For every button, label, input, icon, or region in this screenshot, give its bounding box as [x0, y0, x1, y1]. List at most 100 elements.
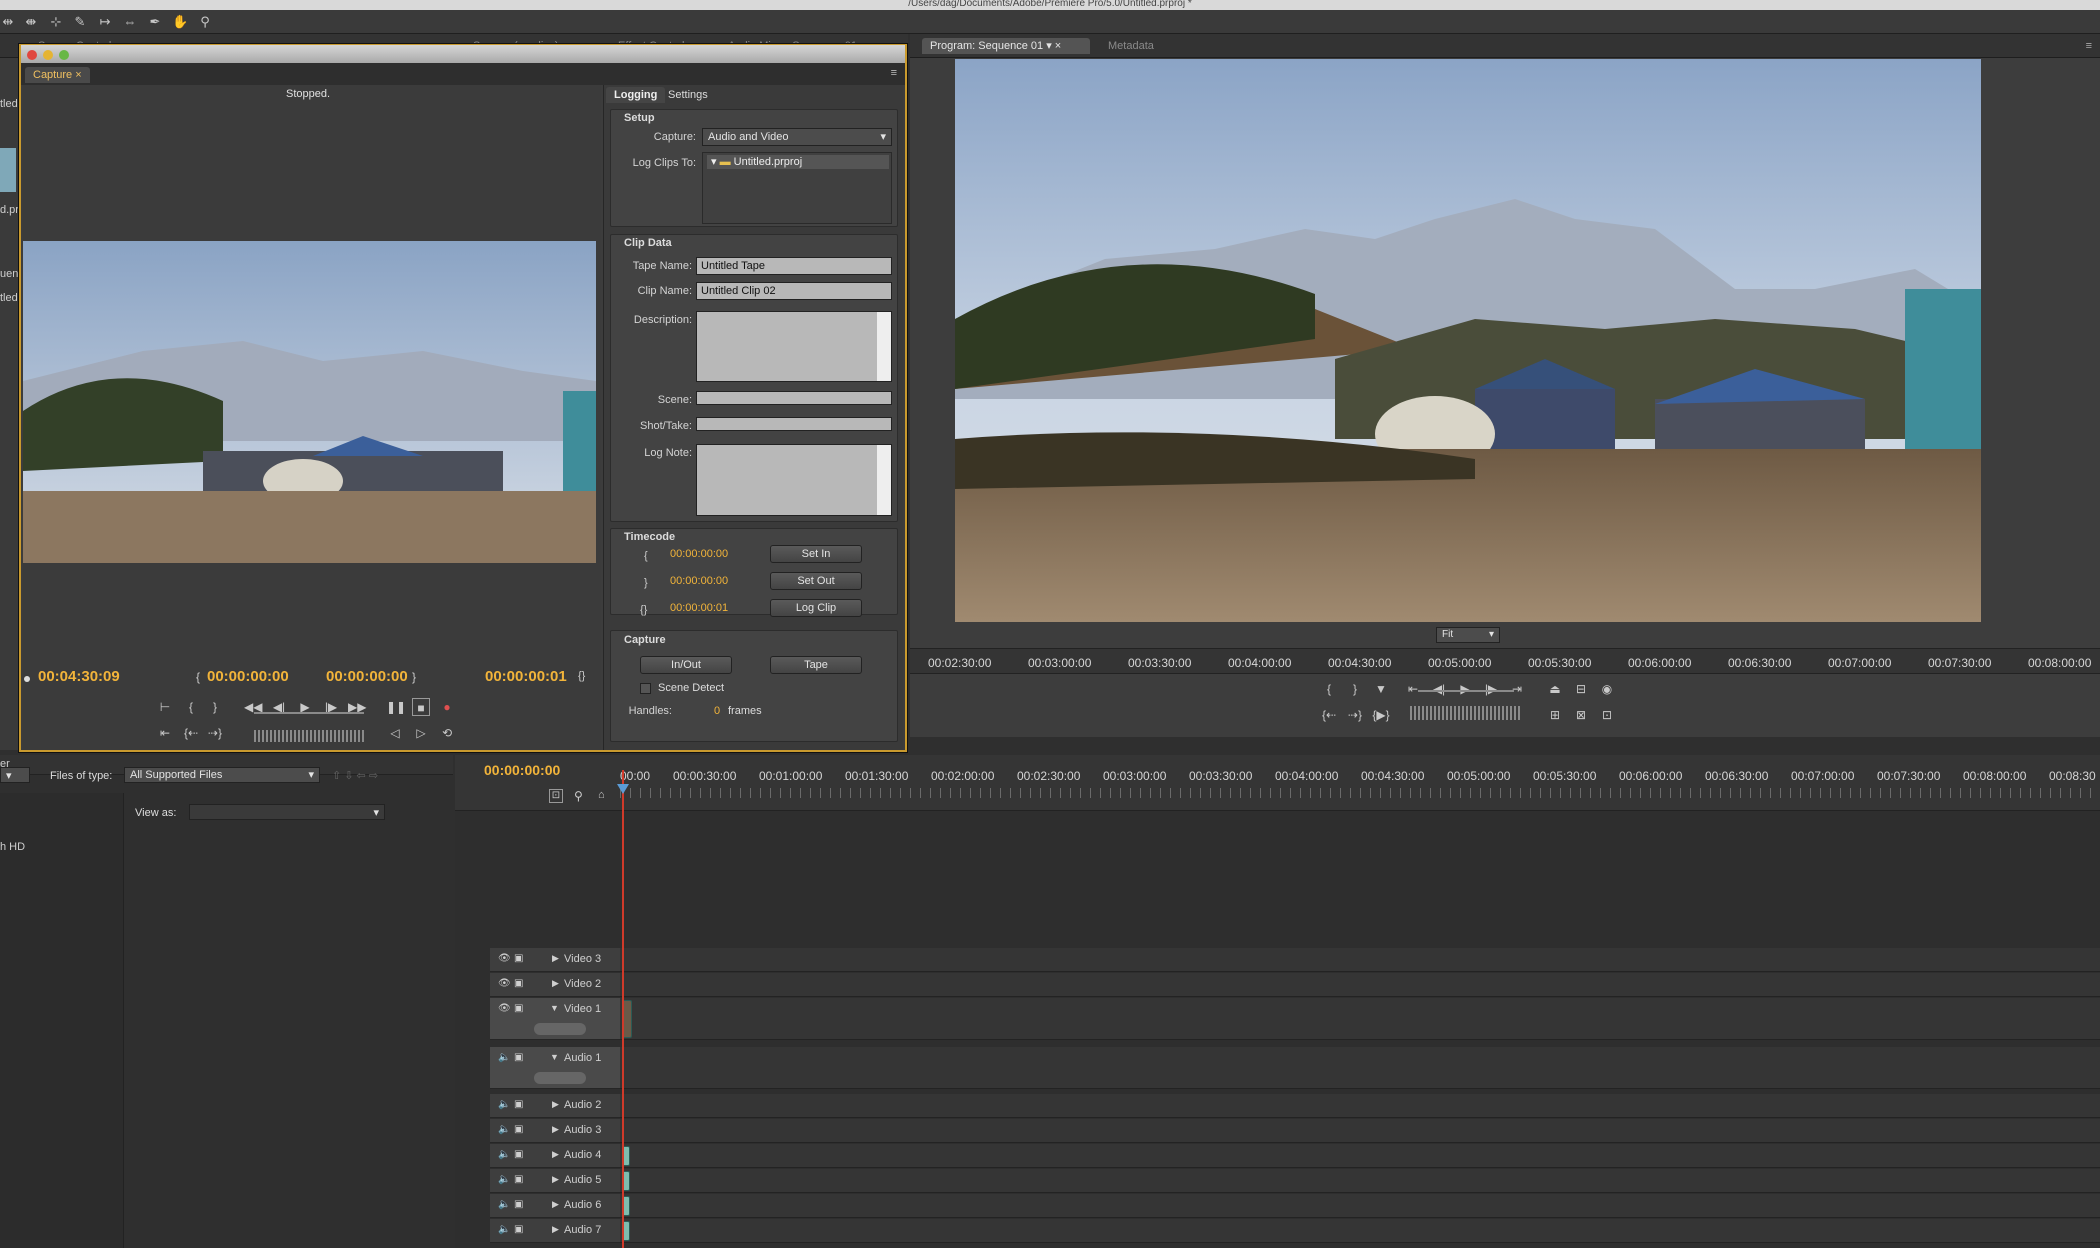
keyframe-navigator[interactable] — [534, 1072, 586, 1084]
chevron-down-icon[interactable]: ▾ — [1046, 40, 1052, 52]
location-dropdown[interactable]: ▾ — [0, 767, 30, 783]
jog-control[interactable] — [1410, 706, 1520, 720]
go-to-start-icon[interactable]: ⇤ — [156, 724, 174, 742]
lock-icon[interactable]: ▣ — [514, 1003, 523, 1014]
mark-out-icon[interactable]: } — [206, 698, 224, 716]
in-timecode[interactable]: 00:00:00:00 — [207, 668, 289, 685]
slide-icon[interactable]: ⇔ — [122, 14, 138, 30]
lift-icon[interactable]: ⏏ — [1546, 680, 1564, 698]
track-audio-6[interactable] — [620, 1194, 2100, 1218]
play-icon[interactable]: ▶ — [1456, 680, 1474, 698]
track-header-audio-2[interactable]: 🔈 ▣ ▶ Audio 2 — [490, 1094, 620, 1118]
in-out-button[interactable]: In/Out — [640, 656, 732, 674]
selection-icon[interactable]: ⇹ — [0, 14, 16, 30]
panel-menu-icon[interactable]: ≡ — [891, 67, 897, 79]
program-video-frame[interactable] — [955, 59, 1981, 622]
track-video-3[interactable] — [620, 948, 2100, 972]
safe-margins-icon[interactable]: ⊡ — [1598, 706, 1616, 724]
track-header-audio-1[interactable]: 🔈 ▣ ▼ Audio 1 — [490, 1047, 620, 1089]
lock-icon[interactable]: ▣ — [514, 978, 523, 989]
track-audio-1[interactable] — [620, 1047, 2100, 1089]
zoom-icon[interactable]: ⚲ — [197, 14, 213, 30]
project-tree-item[interactable]: ▾ ▬ Untitled.prproj — [707, 155, 889, 169]
expand-triangle-icon[interactable]: ▶ — [552, 978, 559, 989]
set-out-button[interactable]: Set Out — [770, 572, 862, 590]
track-header-audio-5[interactable]: 🔈 ▣ ▶ Audio 5 — [490, 1169, 620, 1193]
export-frame-icon[interactable]: ◉ — [1598, 680, 1616, 698]
go-to-next-edit-icon[interactable]: ⇢} — [1346, 706, 1364, 724]
marker-icon[interactable]: ⚲ — [574, 789, 583, 803]
keyframe-navigator[interactable] — [534, 1023, 586, 1035]
speaker-icon[interactable]: 🔈 — [498, 1124, 510, 1135]
clip-name-field[interactable]: Untitled Clip 02 — [696, 282, 892, 300]
track-header-video-3[interactable]: 👁 ▣ ▶ Video 3 — [490, 948, 620, 972]
zoom-fit-dropdown[interactable]: Fit ▾ — [1436, 627, 1500, 643]
tab-settings[interactable]: Settings — [660, 87, 716, 103]
speaker-icon[interactable]: 🔈 — [498, 1224, 510, 1235]
speaker-icon[interactable]: 🔈 — [498, 1199, 510, 1210]
track-audio-3[interactable] — [620, 1119, 2100, 1143]
navigation-arrows[interactable]: ⇧ ⇩ ⇦ ⇨ — [332, 769, 378, 782]
track-header-video-1[interactable]: 👁 ▣ ▼ Video 1 — [490, 998, 620, 1040]
shuttle-slider[interactable] — [1418, 690, 1514, 692]
shuttle-slider[interactable] — [254, 712, 364, 714]
files-of-type-dropdown[interactable]: All Supported Files ▾ — [124, 767, 320, 783]
razor-icon[interactable]: ✎ — [72, 14, 88, 30]
expand-triangle-icon[interactable]: ▶ — [552, 1174, 559, 1185]
speaker-icon[interactable]: 🔈 — [498, 1052, 510, 1063]
close-window-icon[interactable] — [27, 50, 37, 60]
expand-triangle-icon[interactable]: ▶ — [552, 1199, 559, 1210]
eye-icon[interactable]: 👁 — [498, 978, 511, 989]
out-timecode[interactable]: 00:00:00:00 — [326, 668, 408, 685]
speaker-icon[interactable]: 🔈 — [498, 1149, 510, 1160]
lock-icon[interactable]: ▣ — [514, 1224, 523, 1235]
disclosure-triangle-icon[interactable]: ▾ — [711, 156, 717, 168]
current-timecode[interactable]: 00:04:30:09 — [38, 668, 120, 685]
track-select-icon[interactable]: ⇼ — [23, 14, 39, 30]
extract-icon[interactable]: ⊟ — [1572, 680, 1590, 698]
mark-out-icon[interactable]: } — [1346, 680, 1364, 698]
timecode-out-value[interactable]: 00:00:00:00 — [670, 575, 728, 587]
scene-field[interactable] — [696, 391, 892, 405]
set-encore-marker-icon[interactable]: ⌂ — [598, 789, 605, 801]
zoom-window-icon[interactable] — [59, 50, 69, 60]
track-video-2[interactable] — [620, 973, 2100, 997]
tape-button[interactable]: Tape — [770, 656, 862, 674]
timecode-duration-value[interactable]: 00:00:00:01 — [670, 602, 728, 614]
expand-triangle-icon[interactable]: ▶ — [552, 953, 559, 964]
view-as-dropdown[interactable]: ▾ — [189, 804, 385, 820]
track-video-1[interactable] — [620, 998, 2100, 1040]
duration-timecode[interactable]: 00:00:00:01 — [485, 668, 567, 685]
go-to-previous-edit-icon[interactable]: {⇠ — [1320, 706, 1338, 724]
snap-icon[interactable]: ⊡ — [549, 789, 563, 803]
collapse-triangle-icon[interactable]: ▼ — [550, 1003, 559, 1013]
lock-icon[interactable]: ▣ — [514, 1099, 523, 1110]
output-icon[interactable]: ⊠ — [1572, 706, 1590, 724]
panel-menu-icon[interactable]: ≡ — [2086, 40, 2092, 52]
lock-icon[interactable]: ▣ — [514, 1124, 523, 1135]
mark-in-icon[interactable]: { — [182, 698, 200, 716]
slow-play-icon[interactable]: ▷ — [412, 724, 430, 742]
track-header-video-2[interactable]: 👁 ▣ ▶ Video 2 — [490, 973, 620, 997]
shot-take-field[interactable] — [696, 417, 892, 431]
list-item[interactable]: h HD — [0, 841, 25, 853]
track-audio-2[interactable] — [620, 1094, 2100, 1118]
slow-reverse-icon[interactable]: ◁ — [386, 724, 404, 742]
track-audio-7[interactable] — [620, 1219, 2100, 1243]
close-icon[interactable]: × — [75, 69, 81, 81]
scene-detect-checkbox[interactable] — [640, 683, 651, 694]
jog-control[interactable] — [254, 730, 364, 742]
capture-type-dropdown[interactable]: Audio and Video ▾ — [702, 128, 892, 146]
tab-capture[interactable]: Capture × — [25, 67, 90, 83]
lock-icon[interactable]: ▣ — [514, 1149, 523, 1160]
set-marker-icon[interactable]: ▼ — [1372, 680, 1390, 698]
speaker-icon[interactable]: 🔈 — [498, 1174, 510, 1185]
slip-icon[interactable]: ↦ — [97, 14, 113, 30]
expand-triangle-icon[interactable]: ▶ — [552, 1124, 559, 1135]
track-audio-4[interactable] — [620, 1144, 2100, 1168]
pause-icon[interactable]: ❚❚ — [386, 698, 406, 716]
scrollbar[interactable] — [877, 312, 891, 381]
step-forward-icon[interactable]: |▶ — [1482, 680, 1500, 698]
scene-search-icon[interactable]: ⟲ — [438, 724, 456, 742]
eye-icon[interactable]: 👁 — [498, 1003, 511, 1014]
